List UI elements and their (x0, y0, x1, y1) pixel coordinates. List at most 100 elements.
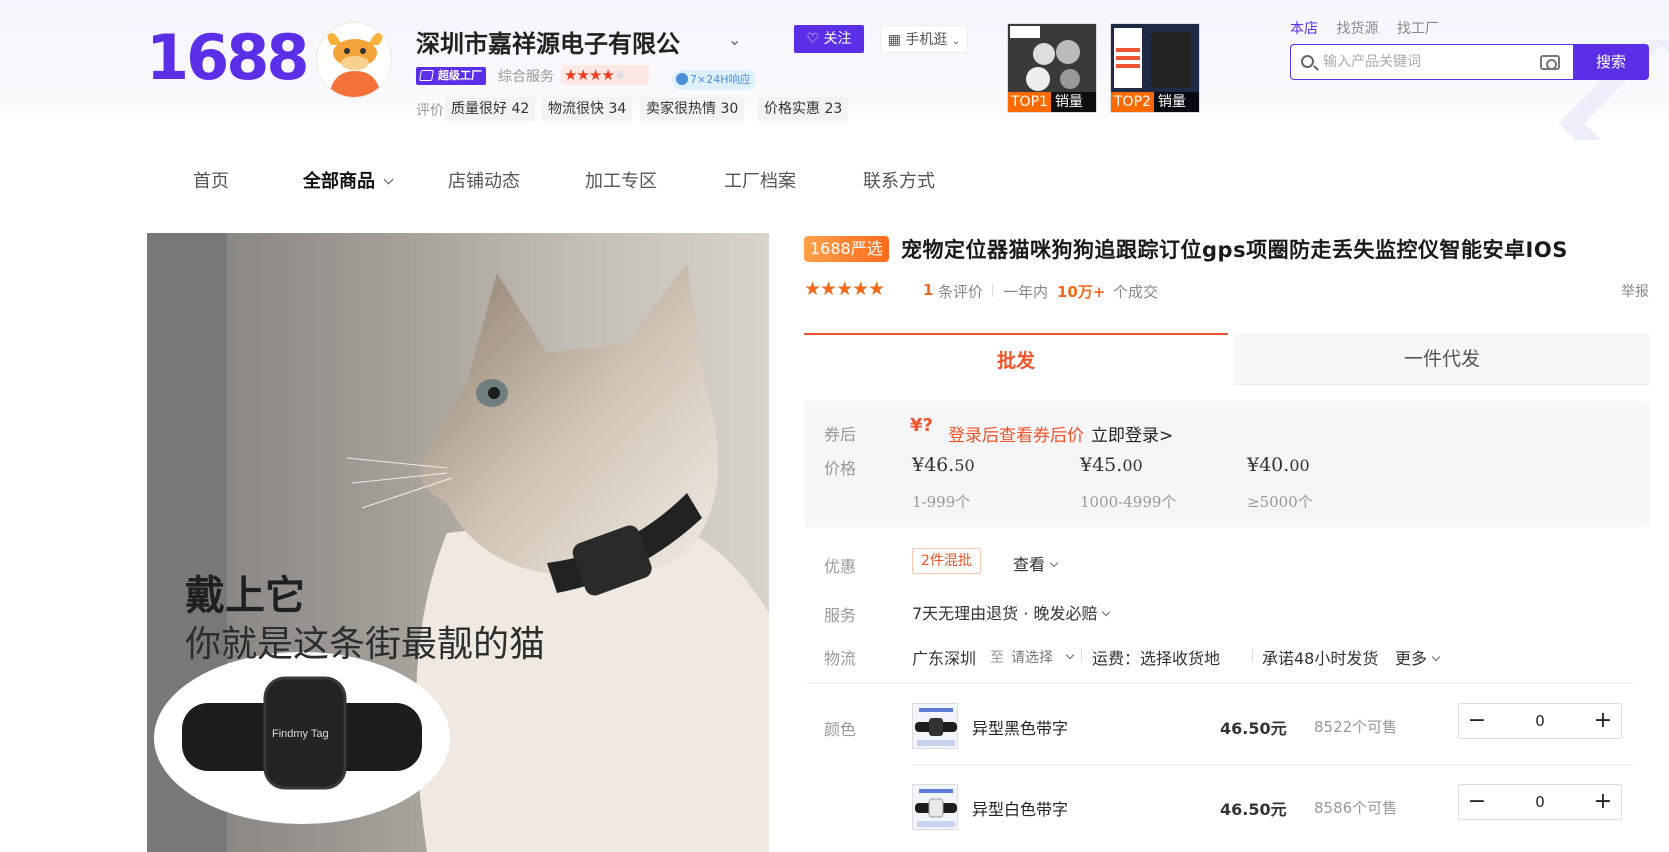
follow-label: 关注 (823, 31, 852, 47)
follow-button[interactable]: ♡ 关注 (794, 25, 864, 53)
nav-item-factory-profile[interactable]: 工厂档案 (724, 164, 796, 200)
divider (1252, 648, 1253, 662)
chevron-down-icon (1431, 652, 1441, 662)
decrement-button[interactable]: − (1459, 785, 1495, 819)
nav-item-label: 全部商品 (303, 171, 375, 192)
top1-caption: TOP1 销量 (1008, 92, 1096, 112)
promo-view-link[interactable]: 查看 (1013, 551, 1059, 575)
price-int: ¥46. (912, 454, 955, 476)
coupon-label: 券后 (824, 425, 857, 444)
top1-rank: TOP1 (1008, 92, 1051, 112)
increment-button[interactable]: + (1585, 785, 1621, 819)
report-link[interactable]: 举报 (1621, 281, 1649, 301)
price-tier-1: ¥46.50 (912, 454, 975, 476)
mobile-browse-button[interactable]: ▦ 手机逛 ⌄ (880, 25, 968, 53)
review-label[interactable]: 条评价 (938, 281, 983, 302)
rating-label: 评价 (416, 103, 444, 119)
response-badge: 7×24H响应 (672, 70, 757, 90)
sku-thumbnail[interactable] (912, 784, 958, 830)
product-main-image[interactable]: 戴上它 你就是这条街最靓的猫 Findmy Tag (147, 233, 769, 852)
nav-item-processing[interactable]: 加工专区 (585, 164, 657, 200)
search-box (1290, 44, 1573, 80)
divider (912, 764, 1634, 765)
top2-rank: TOP2 (1111, 92, 1154, 112)
nav-item-label: 首页 (193, 171, 229, 192)
service-guarantee[interactable]: 7天无理由退货 · 晚发必赔 (912, 600, 1111, 624)
nav-item-label: 加工专区 (585, 171, 657, 192)
yanxuan-badge: 1688严选 (804, 236, 889, 262)
logistics-to: 至 (990, 650, 1004, 666)
top2-caption: TOP2 销量 (1111, 92, 1199, 112)
tab-dropship[interactable]: 一件代发 (1234, 333, 1650, 385)
sku-stock: 8586个可售 (1314, 799, 1398, 817)
rating-chip-quality: 质量很好 42 (445, 97, 536, 121)
chevron-down-icon[interactable]: ⌄ (728, 30, 741, 49)
year-label: 一年内 (1003, 283, 1049, 301)
nav-item-contact[interactable]: 联系方式 (863, 164, 935, 200)
sku-thumbnail[interactable] (912, 703, 958, 749)
search-scope-tabs: 本店 找货源 找工厂 (1290, 18, 1453, 38)
price-panel: 券后 ¥? 登录后查看券后价 立即登录> 价格 ¥46.50 1-999个 ¥4… (804, 401, 1650, 527)
sku-image (913, 785, 957, 829)
shipping-promise: 承诺48小时发货 (1262, 649, 1379, 668)
super-factory-label: 超级工厂 (438, 69, 482, 82)
sku-image (913, 704, 957, 748)
site-logo[interactable]: 1688 (146, 22, 310, 94)
decrement-button[interactable]: − (1459, 704, 1495, 738)
sku-row: 异型白色带字 46.50元 8586个可售 − 0 + (912, 784, 1634, 846)
company-name[interactable]: 深圳市嘉祥源电子有限公 (416, 24, 680, 59)
price-dec: 00 (1289, 456, 1310, 475)
nav-item-all-products[interactable]: 全部商品 (303, 164, 394, 200)
price-dec: 50 (954, 456, 975, 475)
qr-code-icon: ▦ (887, 32, 901, 48)
tab-wholesale[interactable]: 批发 (804, 333, 1228, 385)
search-tab-find-goods[interactable]: 找货源 (1336, 21, 1378, 37)
sku-name: 异型白色带字 (972, 800, 1069, 819)
top2-product-thumb[interactable]: TOP2 销量 (1110, 23, 1200, 113)
sku-name: 异型黑色带字 (972, 719, 1069, 738)
increment-button[interactable]: + (1585, 704, 1621, 738)
price-int: ¥45. (1080, 454, 1123, 476)
nav-item-home[interactable]: 首页 (193, 164, 229, 200)
image-headline: 戴上它 (185, 573, 305, 619)
review-count[interactable]: 1 (923, 281, 933, 299)
top1-product-thumb[interactable]: TOP1 销量 (1007, 23, 1097, 113)
rating-chip-seller: 卖家很热情 30 (640, 97, 745, 121)
quantity-stepper: − 0 + (1458, 703, 1622, 739)
search-input[interactable] (1323, 45, 1523, 79)
shop-avatar[interactable] (316, 22, 392, 98)
nav-item-shop-news[interactable]: 店铺动态 (448, 164, 520, 200)
coupon-hint[interactable]: 登录后查看券后价 (948, 421, 1084, 446)
login-link[interactable]: 立即登录> (1091, 421, 1173, 446)
destination-select[interactable]: 请选择 (1011, 647, 1075, 667)
chevron-down-icon (1049, 558, 1059, 568)
product-title: 宠物定位器猫咪狗狗追跟踪订位gps项圈防走丢失监控仪智能安卓IOS (901, 238, 1568, 262)
service-stars-empty: ★ (613, 66, 627, 84)
service-stars-filled: ★★★★ (564, 66, 615, 84)
bull-mascot-icon (317, 23, 391, 97)
price-tier-3: ¥40.00 (1247, 454, 1310, 476)
divider (992, 283, 993, 297)
search-tab-find-factory[interactable]: 找工厂 (1397, 21, 1439, 37)
price-range-3: ≥5000个 (1247, 493, 1313, 511)
service-label: 综合服务 (498, 69, 554, 85)
color-label: 颜色 (824, 720, 857, 739)
more-label: 更多 (1395, 649, 1428, 668)
logistics-origin: 广东深圳 (912, 649, 977, 668)
nav-item-label: 店铺动态 (448, 171, 520, 192)
sku-price: 46.50元 (1220, 719, 1287, 738)
search-icon (1301, 55, 1314, 68)
price-label: 价格 (824, 459, 857, 478)
search-button[interactable]: 搜索 (1573, 44, 1649, 80)
rating-chip-price: 价格实惠 23 (758, 97, 849, 121)
search-tab-this-shop[interactable]: 本店 (1290, 21, 1318, 37)
quantity-value[interactable]: 0 (1495, 785, 1585, 819)
quantity-value[interactable]: 0 (1495, 704, 1585, 738)
camera-icon[interactable] (1540, 55, 1560, 70)
sku-price: 46.50元 (1220, 800, 1287, 819)
top1-label: 销量 (1054, 94, 1083, 110)
freight-info[interactable]: 运费：选择收货地 (1092, 645, 1220, 669)
more-link[interactable]: 更多 (1395, 645, 1441, 669)
view-label: 查看 (1013, 555, 1046, 574)
chevron-down-icon (1065, 650, 1075, 660)
